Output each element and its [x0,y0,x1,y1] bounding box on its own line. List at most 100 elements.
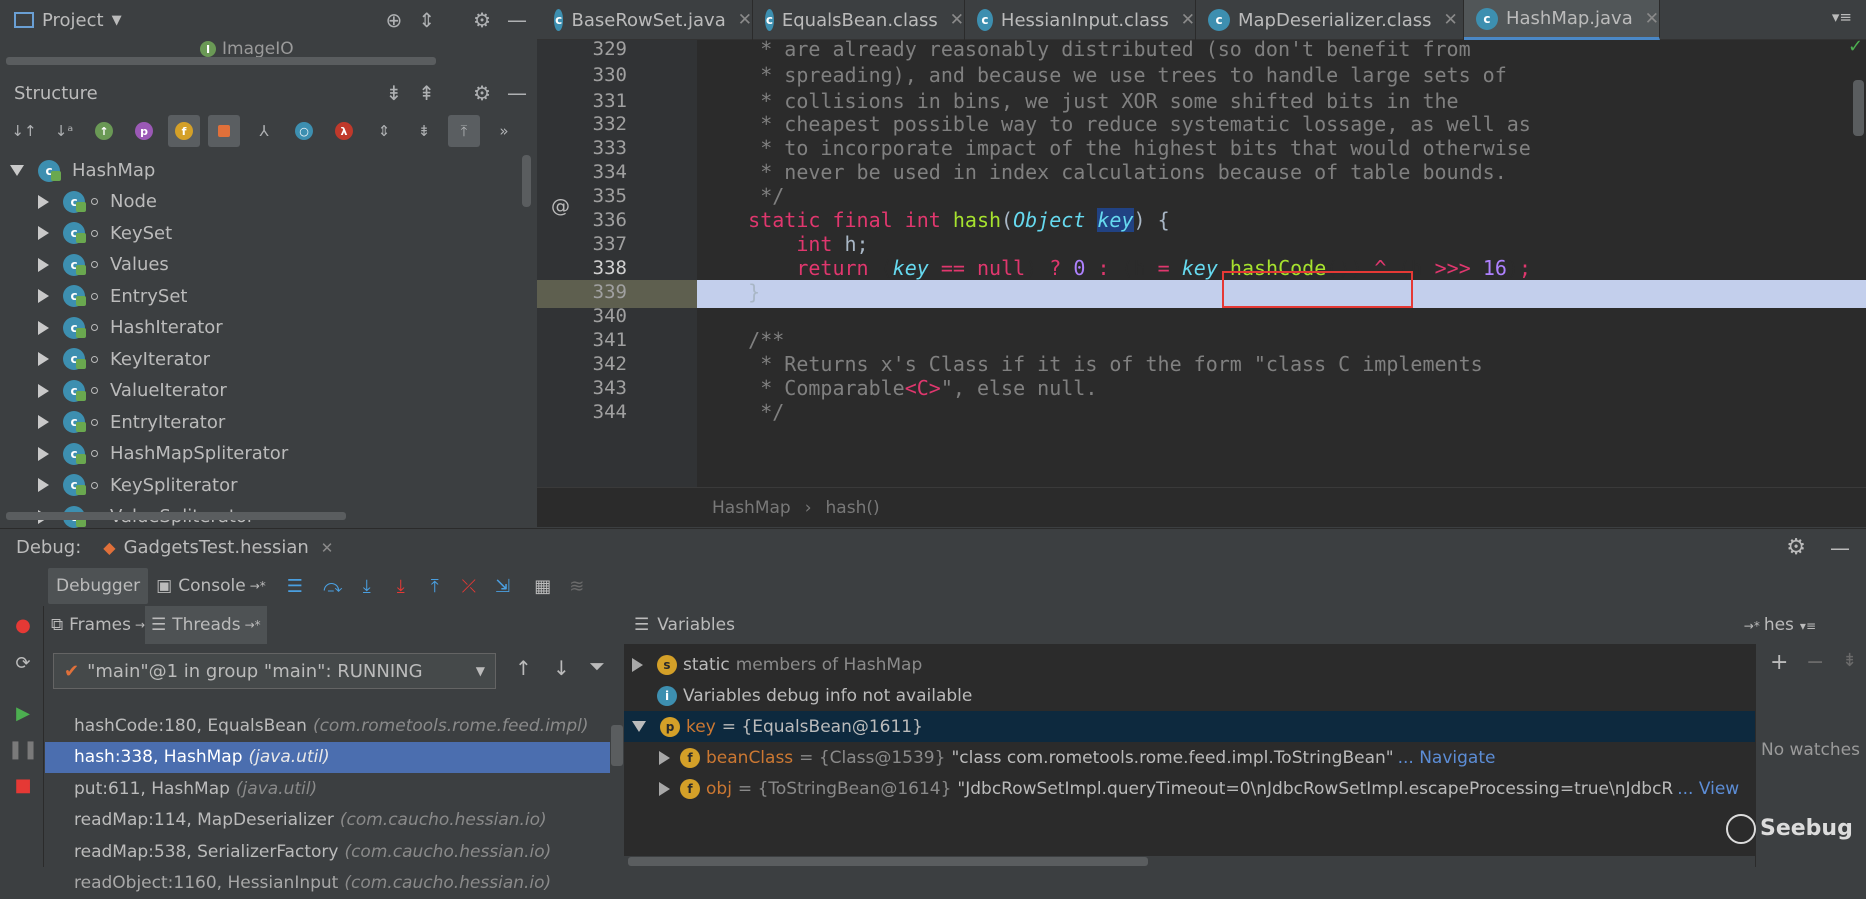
tab-mapdeserializer[interactable]: c MapDeserializer.class ✕ [1196,0,1464,40]
expand-arrow-icon[interactable] [632,721,646,732]
close-icon[interactable]: ✕ [738,10,752,30]
view-link[interactable]: ... View [1677,779,1739,799]
expand-arrow-icon[interactable] [38,194,49,209]
target-icon[interactable]: ⊕ [385,8,402,32]
frame-row[interactable]: put:611, HashMap (java.util) [45,773,610,804]
code-editor[interactable]: 329 330 331 332 333 334 335 336 337 338 339 340 341 3… [537,36,1866,487]
override-marker[interactable]: @ [551,195,571,217]
resume-icon[interactable]: ▶ [10,700,36,726]
tab-hessianinput[interactable]: c HessianInput.class ✕ [965,0,1196,40]
variables-right-label[interactable]: →* hes ▾≡ [1744,615,1816,635]
expand-arrow-icon[interactable] [659,781,670,796]
drop-frame-icon[interactable]: ⤫ [454,571,484,601]
show-fields-icon[interactable]: f [168,115,200,147]
expand-arrow-icon[interactable] [38,478,49,492]
show-properties-icon[interactable]: p [128,115,160,147]
step-into-icon[interactable]: ⤓ [352,571,382,601]
gear-icon[interactable]: ⚙ [1786,535,1806,560]
structure-tree-item[interactable]: c HashIterator [38,312,223,343]
project-panel-header[interactable]: Project ▼ ⊕ ⇕ ⚙ — [0,0,535,40]
structure-tree-item[interactable]: c KeyIterator [38,344,210,375]
debug-session[interactable]: GadgetsTest.hessian [124,537,309,558]
structure-tree-item[interactable]: c EntrySet [38,281,187,312]
restore-layout-icon[interactable]: ⟳ [10,650,36,676]
breadcrumb-class[interactable]: HashMap [712,498,791,518]
tree-root[interactable]: c HashMap [10,155,155,186]
frame-row[interactable]: readMap:538, SerializerFactory (com.cauch… [45,836,610,867]
tab-equalsbean[interactable]: c EqualsBean.class ✕ [753,0,965,40]
structure-tree-item[interactable]: c Node [38,186,157,217]
frames-list-icon[interactable]: ☰ [280,571,310,601]
tab-frames[interactable]: ⧉ Frames →* [51,606,151,644]
project-scrollbar[interactable] [6,57,436,65]
expand-arrow-icon[interactable] [632,657,643,672]
run-to-cursor-icon[interactable]: ⇲ [488,571,518,601]
show-hierarchy-icon[interactable]: ⅄ [248,115,280,147]
sort-alpha-icon[interactable]: ↓ᵃ [48,115,80,147]
frames-scrollbar[interactable] [611,725,623,766]
expand-icon[interactable]: ⇕ [368,115,400,147]
structure-tree-item[interactable]: c KeySpliterator [38,470,238,501]
thread-selector[interactable]: ✔ "main"@1 in group "main": RUNNING ▼ [53,653,496,689]
frame-row[interactable]: hashCode:180, EqualsBean (com.rometools.r… [45,710,610,741]
minimize-icon[interactable]: — [507,8,527,32]
structure-tree-item[interactable]: c Values [38,249,169,280]
expand-arrow-icon[interactable] [38,320,49,335]
more-icon[interactable]: » [488,115,520,147]
autoscroll-icon[interactable]: ⤒ [448,115,480,147]
breadcrumb-method[interactable]: hash() [826,498,880,518]
tab-hashmap[interactable]: c HashMap.java ✕ [1464,0,1660,40]
dropdown-icon[interactable]: ▼ [112,13,122,28]
close-icon[interactable]: ✕ [1181,10,1195,30]
var-obj[interactable]: f obj = {ToStringBean@1614} "JdbcRowSetI… [624,773,1755,804]
step-out-icon[interactable]: ⤒ [420,571,450,601]
tab-console[interactable]: ▣ Console →* [148,568,274,604]
collapse-all-icon[interactable]: ⇞ [418,81,435,105]
gear-icon[interactable]: ⚙ [473,81,491,105]
show-anonymous-icon[interactable]: ○ [288,115,320,147]
minimize-icon[interactable]: — [1830,536,1850,560]
filter-icon[interactable]: ⏷ [589,654,605,678]
collapse-icon[interactable]: ⇕ [418,8,435,32]
frame-row[interactable]: readObject:1160, HessianInput (com.caucho… [45,868,610,899]
expand-arrow-icon[interactable] [38,352,49,366]
navigate-link[interactable]: ... Navigate [1398,748,1496,768]
variables-h-scrollbar[interactable] [628,857,1148,866]
frame-row[interactable]: hash:338, HashMap (java.util) [45,741,610,773]
collapse-icon[interactable]: ⇟ [408,115,440,147]
structure-scrollbar[interactable] [522,155,531,207]
expand-arrow-icon[interactable] [38,446,49,461]
structure-tree-item[interactable]: c HashMapSpliterator [38,438,288,469]
var-static[interactable]: s static members of HashMap [624,649,1755,680]
var-key[interactable]: p key = {EqualsBean@1611} [624,711,1755,742]
editor-scrollbar[interactable] [1853,80,1864,136]
frame-row[interactable]: readMap:114, MapDeserializer (com.caucho.… [45,805,610,836]
minimize-icon[interactable]: — [507,81,527,105]
step-over-icon[interactable]: ⤼ [318,571,348,601]
sort-visibility-icon[interactable]: ↓↑ [8,115,40,147]
close-icon[interactable]: ✕ [1443,10,1457,30]
tab-threads[interactable]: ☰ Threads →* [145,606,267,644]
expand-arrow-icon[interactable] [38,226,49,240]
expand-arrow-icon[interactable] [10,165,24,176]
close-icon[interactable]: ✕ [950,10,964,30]
remove-watch-icon[interactable]: − [1806,650,1824,675]
expand-arrow-icon[interactable] [38,383,49,398]
close-icon[interactable]: ✕ [321,539,334,557]
evaluate-icon[interactable]: ▦ [528,571,558,601]
breakpoints-icon[interactable]: ● [10,612,36,638]
up-arrow-icon[interactable]: ↑ [515,656,532,680]
collapse-watches-icon[interactable]: ⇟ [1842,650,1857,671]
show-lambdas-icon[interactable]: λ [328,115,360,147]
show-inherited-icon[interactable]: ↑ [88,115,120,147]
add-watch-icon[interactable]: + [1770,650,1788,675]
gear-icon[interactable]: ⚙ [473,8,491,32]
tab-debugger[interactable]: Debugger [48,568,149,604]
tab-baserowset[interactable]: c BaseRowSet.java ✕ [542,0,753,40]
close-icon[interactable]: ✕ [1645,9,1659,29]
force-step-into-icon[interactable]: ⤓ [386,571,416,601]
structure-tree-item[interactable]: c KeySet [38,218,172,249]
structure-h-scrollbar[interactable] [6,512,346,520]
expand-arrow-icon[interactable] [38,257,49,272]
show-non-public-icon[interactable] [208,115,240,147]
